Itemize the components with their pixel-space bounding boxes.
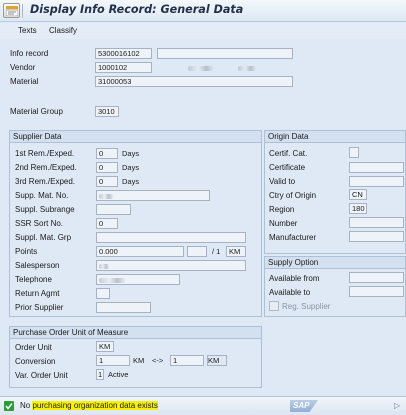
number-field[interactable] <box>349 217 404 228</box>
rem1-label: 1st Rem./Exped. <box>15 149 75 158</box>
return-agmt-field[interactable] <box>96 288 110 299</box>
rem1-days: Days <box>122 149 140 158</box>
suppl-mat-grp-label: Suppl. Mat. Grp <box>15 233 72 242</box>
suppl-subrange-field[interactable] <box>96 204 131 215</box>
var-order-unit-label: Var. Order Unit <box>15 371 68 380</box>
conversion-left-unit: KM <box>133 356 145 365</box>
info-record-label: Info record <box>10 49 49 58</box>
reg-supplier-checkbox[interactable] <box>269 301 279 311</box>
vendor-field[interactable]: 1000102 <box>95 62 152 73</box>
material-label: Material <box>10 77 39 86</box>
ssr-sort-label: SSR Sort No. <box>15 219 64 228</box>
ctry-origin-field[interactable]: CN <box>349 189 367 200</box>
classify-button[interactable]: Classify <box>49 26 77 35</box>
conversion-label: Conversion <box>15 357 56 366</box>
available-to-field[interactable] <box>349 286 404 297</box>
number-label: Number <box>269 219 298 228</box>
rem3-label: 3rd Rem./Exped. <box>15 177 76 186</box>
conversion-arrow: <-> <box>152 356 164 365</box>
telephone-field[interactable] <box>96 274 180 285</box>
certificate-field[interactable] <box>349 162 404 173</box>
return-agmt-label: Return Agmt <box>15 289 60 298</box>
points-unit-field[interactable]: KM <box>226 246 246 257</box>
prior-supplier-field[interactable] <box>96 302 151 313</box>
material-group-field[interactable]: 3010 <box>95 106 119 117</box>
certificate-label: Certificate <box>269 163 306 172</box>
rem1-field[interactable]: 0 <box>96 148 118 159</box>
reg-supplier-label: Reg. Supplier <box>282 302 331 311</box>
texts-button[interactable]: Texts <box>18 26 37 35</box>
status-highlight: purchasing organization data exists <box>32 401 158 410</box>
material-group-label: Material Group <box>10 107 63 116</box>
suppl-mat-grp-field[interactable] <box>96 232 246 243</box>
salesperson-label: Salesperson <box>15 261 60 270</box>
region-label: Region <box>269 205 295 214</box>
prior-supplier-label: Prior Supplier <box>15 303 64 312</box>
valid-to-label: Valid to <box>269 177 296 186</box>
conversion-right-unit-box[interactable] <box>207 355 227 366</box>
success-check-icon <box>4 401 14 411</box>
status-prefix: No <box>20 401 33 410</box>
status-message[interactable]: No purchasing organization data exists <box>20 401 158 410</box>
ctry-origin-label: Ctry of Origin <box>269 191 317 200</box>
supp-mat-no-field[interactable] <box>96 190 210 201</box>
supply-option-header: Supply Option <box>265 257 405 269</box>
status-bar: No purchasing organization data exists S… <box>0 396 406 415</box>
order-unit-label: Order Unit <box>15 343 52 352</box>
info-record-description-field[interactable] <box>157 48 293 59</box>
points-field[interactable]: 0.000 <box>96 246 184 257</box>
menu-icon[interactable] <box>3 3 20 18</box>
available-to-label: Available to <box>269 288 311 297</box>
telephone-label: Telephone <box>15 275 52 284</box>
rem3-field[interactable]: 0 <box>96 176 118 187</box>
conversion-left-field[interactable]: 1 <box>96 355 130 366</box>
po-uom-header: Purchase Order Unit of Measure <box>10 327 261 339</box>
supplier-data-header: Supplier Data <box>10 131 261 143</box>
page-title: Display Info Record: General Data <box>30 3 244 16</box>
title-bar: Display Info Record: General Data <box>0 0 406 22</box>
manufacturer-field[interactable] <box>349 231 404 242</box>
sap-logo: SAP <box>290 400 318 412</box>
status-expand-icon[interactable]: ▷ <box>394 401 400 410</box>
certif-cat-field[interactable] <box>349 147 359 158</box>
points-per: / 1 <box>212 247 221 256</box>
info-record-field[interactable]: 5300016102 <box>95 48 152 59</box>
rem2-days: Days <box>122 163 140 172</box>
rem3-days: Days <box>122 177 140 186</box>
available-from-label: Available from <box>269 274 320 283</box>
manufacturer-label: Manufacturer <box>269 233 317 242</box>
region-field[interactable]: 180 <box>349 203 367 214</box>
certif-cat-label: Certif. Cat. <box>269 149 308 158</box>
suppl-subrange-label: Suppl. Subrange <box>15 205 75 214</box>
title-separator <box>22 4 23 18</box>
points-label: Points <box>15 247 38 256</box>
rem2-label: 2nd Rem./Exped. <box>15 163 77 172</box>
material-field[interactable]: 31000053 <box>95 76 293 87</box>
supp-mat-no-label: Supp. Mat. No. <box>15 191 69 200</box>
var-order-unit-field[interactable]: 1 <box>96 369 104 380</box>
order-unit-field[interactable]: KM <box>96 341 114 352</box>
origin-data-header: Origin Data <box>265 131 405 143</box>
vendor-name-redacted <box>160 64 280 72</box>
points-extra-field[interactable] <box>187 246 207 257</box>
vendor-label: Vendor <box>10 63 36 72</box>
salesperson-field[interactable] <box>96 260 246 271</box>
var-order-unit-text: Active <box>108 370 129 379</box>
valid-to-field[interactable] <box>349 176 404 187</box>
conversion-right-field[interactable]: 1 <box>170 355 204 366</box>
application-toolbar: Texts Classify <box>0 23 406 39</box>
ssr-sort-field[interactable]: 0 <box>96 218 118 229</box>
available-from-field[interactable] <box>349 272 404 283</box>
rem2-field[interactable]: 0 <box>96 162 118 173</box>
